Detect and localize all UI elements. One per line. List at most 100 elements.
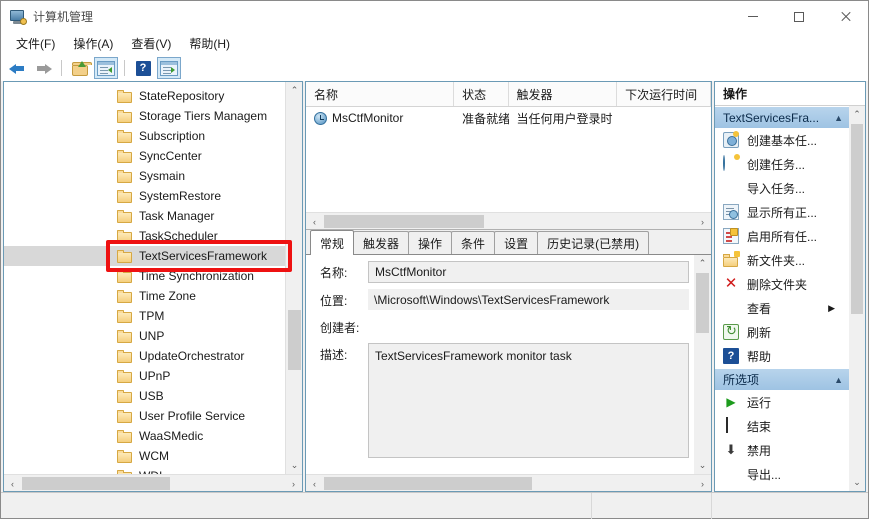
chevron-up-icon[interactable]: ▲ [834, 375, 843, 385]
task-list-horizontal-scrollbar[interactable]: ‹ › [306, 212, 711, 229]
tree-vertical-scroll-thumb[interactable] [288, 310, 301, 370]
tree-item-label: Task Manager [139, 209, 215, 223]
console-tree[interactable]: StateRepository Storage Tiers Managem Subs… [4, 82, 302, 474]
action-item[interactable]: ? 帮助 [715, 344, 849, 368]
task-list-column-header[interactable]: 状态 [454, 82, 509, 106]
table-row[interactable]: MsCtfMonitor 准备就绪 当任何用户登录时 [306, 107, 711, 129]
help-button[interactable]: ? [131, 57, 155, 79]
action-item[interactable]: 导出... [715, 462, 849, 486]
tree-item[interactable]: Time Zone [4, 286, 302, 306]
close-button[interactable] [822, 1, 868, 32]
name-field[interactable]: MsCtfMonitor [368, 261, 689, 283]
tree-item[interactable]: StateRepository [4, 86, 302, 106]
tree-horizontal-scroll-thumb[interactable] [22, 477, 170, 490]
forward-button[interactable] [31, 57, 55, 79]
actions-scroll-down-button[interactable]: ⌄ [849, 474, 865, 491]
console-tree-icon [97, 60, 115, 76]
task-list-column-header[interactable]: 名称 [306, 82, 455, 106]
details-vertical-scrollbar[interactable]: ⌃ ⌄ [694, 255, 711, 474]
action-item[interactable]: 导入任务... [715, 176, 849, 200]
details-scroll-right-button[interactable]: › [694, 475, 711, 492]
status-cell-1 [1, 492, 592, 519]
task-list-column-header[interactable]: 下次运行时间 [617, 82, 711, 106]
tree-scroll-right-button[interactable]: › [285, 475, 302, 492]
menu-action[interactable]: 操作(A) [64, 32, 122, 55]
tree-item-label: StateRepository [139, 89, 225, 103]
tree-item[interactable]: Sysmain [4, 166, 302, 186]
action-item[interactable]: ⬇ 禁用 [715, 438, 849, 462]
tree-item[interactable]: UNP [4, 326, 302, 346]
tree-item[interactable]: WaaSMedic [4, 426, 302, 446]
tasklist-scroll-left-button[interactable]: ‹ [306, 213, 323, 230]
up-one-level-button[interactable] [68, 57, 92, 79]
action-item[interactable]: 启用所有任... [715, 224, 849, 248]
tasklist-scroll-right-button[interactable]: › [694, 213, 711, 230]
tab-3[interactable]: 条件 [451, 231, 496, 254]
details-scroll-up-button[interactable]: ⌃ [694, 255, 711, 272]
tasklist-horizontal-scroll-thumb[interactable] [324, 215, 484, 228]
tab-label: 条件 [461, 236, 486, 251]
task-list-column-header[interactable]: 触发器 [508, 82, 618, 106]
actions-group-header[interactable]: TextServicesFra... ▲ [715, 106, 849, 128]
disable-icon: ⬇ [725, 442, 737, 457]
action-item[interactable]: 显示所有正... [715, 200, 849, 224]
action-item[interactable]: 创建任务... [715, 152, 849, 176]
menu-view[interactable]: 查看(V) [122, 32, 180, 55]
minimize-icon [748, 16, 758, 17]
actions-group-header[interactable]: 所选项 ▲ [715, 368, 849, 390]
tree-scroll-down-button[interactable]: ⌄ [286, 457, 302, 474]
actions-scroll-up-button[interactable]: ⌃ [849, 106, 865, 123]
tab-4[interactable]: 设置 [494, 231, 539, 254]
details-scroll-down-button[interactable]: ⌄ [694, 457, 711, 474]
actions-list[interactable]: TextServicesFra... ▲ 创建基本任... 创建任务... 导入任务..… [715, 106, 865, 491]
actions-vertical-scroll-thumb[interactable] [851, 124, 863, 314]
description-field[interactable]: TextServicesFramework monitor task [368, 343, 689, 458]
tab-0[interactable]: 常规 [310, 230, 355, 255]
action-item[interactable]: 结束 [715, 414, 849, 438]
action-item[interactable]: 查看 ▶ [715, 296, 849, 320]
task-list-cell-status: 准备就绪 [462, 111, 509, 126]
action-item[interactable]: ▶ 运行 [715, 390, 849, 414]
show-hide-action-pane-button[interactable] [157, 57, 181, 79]
tree-item[interactable]: WDI [4, 466, 302, 474]
tree-item[interactable]: TextServicesFramework [4, 246, 302, 266]
tree-item[interactable]: UpdateOrchestrator [4, 346, 302, 366]
action-item-label: 启用所有任... [747, 229, 818, 244]
chevron-up-icon[interactable]: ▲ [834, 113, 843, 123]
tree-item[interactable]: SyncCenter [4, 146, 302, 166]
tree-item[interactable]: Subscription [4, 126, 302, 146]
details-scroll-left-button[interactable]: ‹ [306, 475, 323, 492]
actions-vertical-scrollbar[interactable]: ⌃ ⌄ [849, 106, 865, 491]
menu-help[interactable]: 帮助(H) [180, 32, 239, 55]
details-horizontal-scrollbar[interactable]: ‹ › [306, 474, 711, 491]
task-list-rows[interactable]: MsCtfMonitor 准备就绪 当任何用户登录时 [306, 107, 711, 212]
tab-1[interactable]: 触发器 [353, 231, 410, 254]
tab-5[interactable]: 历史记录(已禁用) [537, 231, 650, 254]
maximize-button[interactable] [776, 1, 822, 32]
tree-item[interactable]: Task Manager [4, 206, 302, 226]
action-item[interactable]: 刷新 [715, 320, 849, 344]
tree-vertical-scrollbar[interactable]: ⌃ ⌄ [285, 82, 302, 474]
tree-scroll-up-button[interactable]: ⌃ [286, 82, 302, 99]
tree-horizontal-scrollbar[interactable]: ‹ › [4, 474, 302, 491]
action-item[interactable]: 新文件夹... [715, 248, 849, 272]
action-item[interactable]: ✕ 删除文件夹 [715, 272, 849, 296]
tree-item[interactable]: USB [4, 386, 302, 406]
tree-item[interactable]: User Profile Service [4, 406, 302, 426]
tree-item[interactable]: Storage Tiers Managem [4, 106, 302, 126]
tree-item[interactable]: Time Synchronization [4, 266, 302, 286]
tree-item[interactable]: SystemRestore [4, 186, 302, 206]
tree-item[interactable]: UPnP [4, 366, 302, 386]
menu-file[interactable]: 文件(F) [7, 32, 64, 55]
tab-2[interactable]: 操作 [408, 231, 453, 254]
details-vertical-scroll-thumb[interactable] [696, 273, 709, 333]
tree-item[interactable]: WCM [4, 446, 302, 466]
show-hide-console-tree-button[interactable] [94, 57, 118, 79]
tree-item[interactable]: TPM [4, 306, 302, 326]
details-horizontal-scroll-thumb[interactable] [324, 477, 532, 490]
back-button[interactable] [5, 57, 29, 79]
minimize-button[interactable] [730, 1, 776, 32]
tree-scroll-left-button[interactable]: ‹ [4, 475, 21, 492]
action-item[interactable]: 创建基本任... [715, 128, 849, 152]
tree-item[interactable]: TaskScheduler [4, 226, 302, 246]
